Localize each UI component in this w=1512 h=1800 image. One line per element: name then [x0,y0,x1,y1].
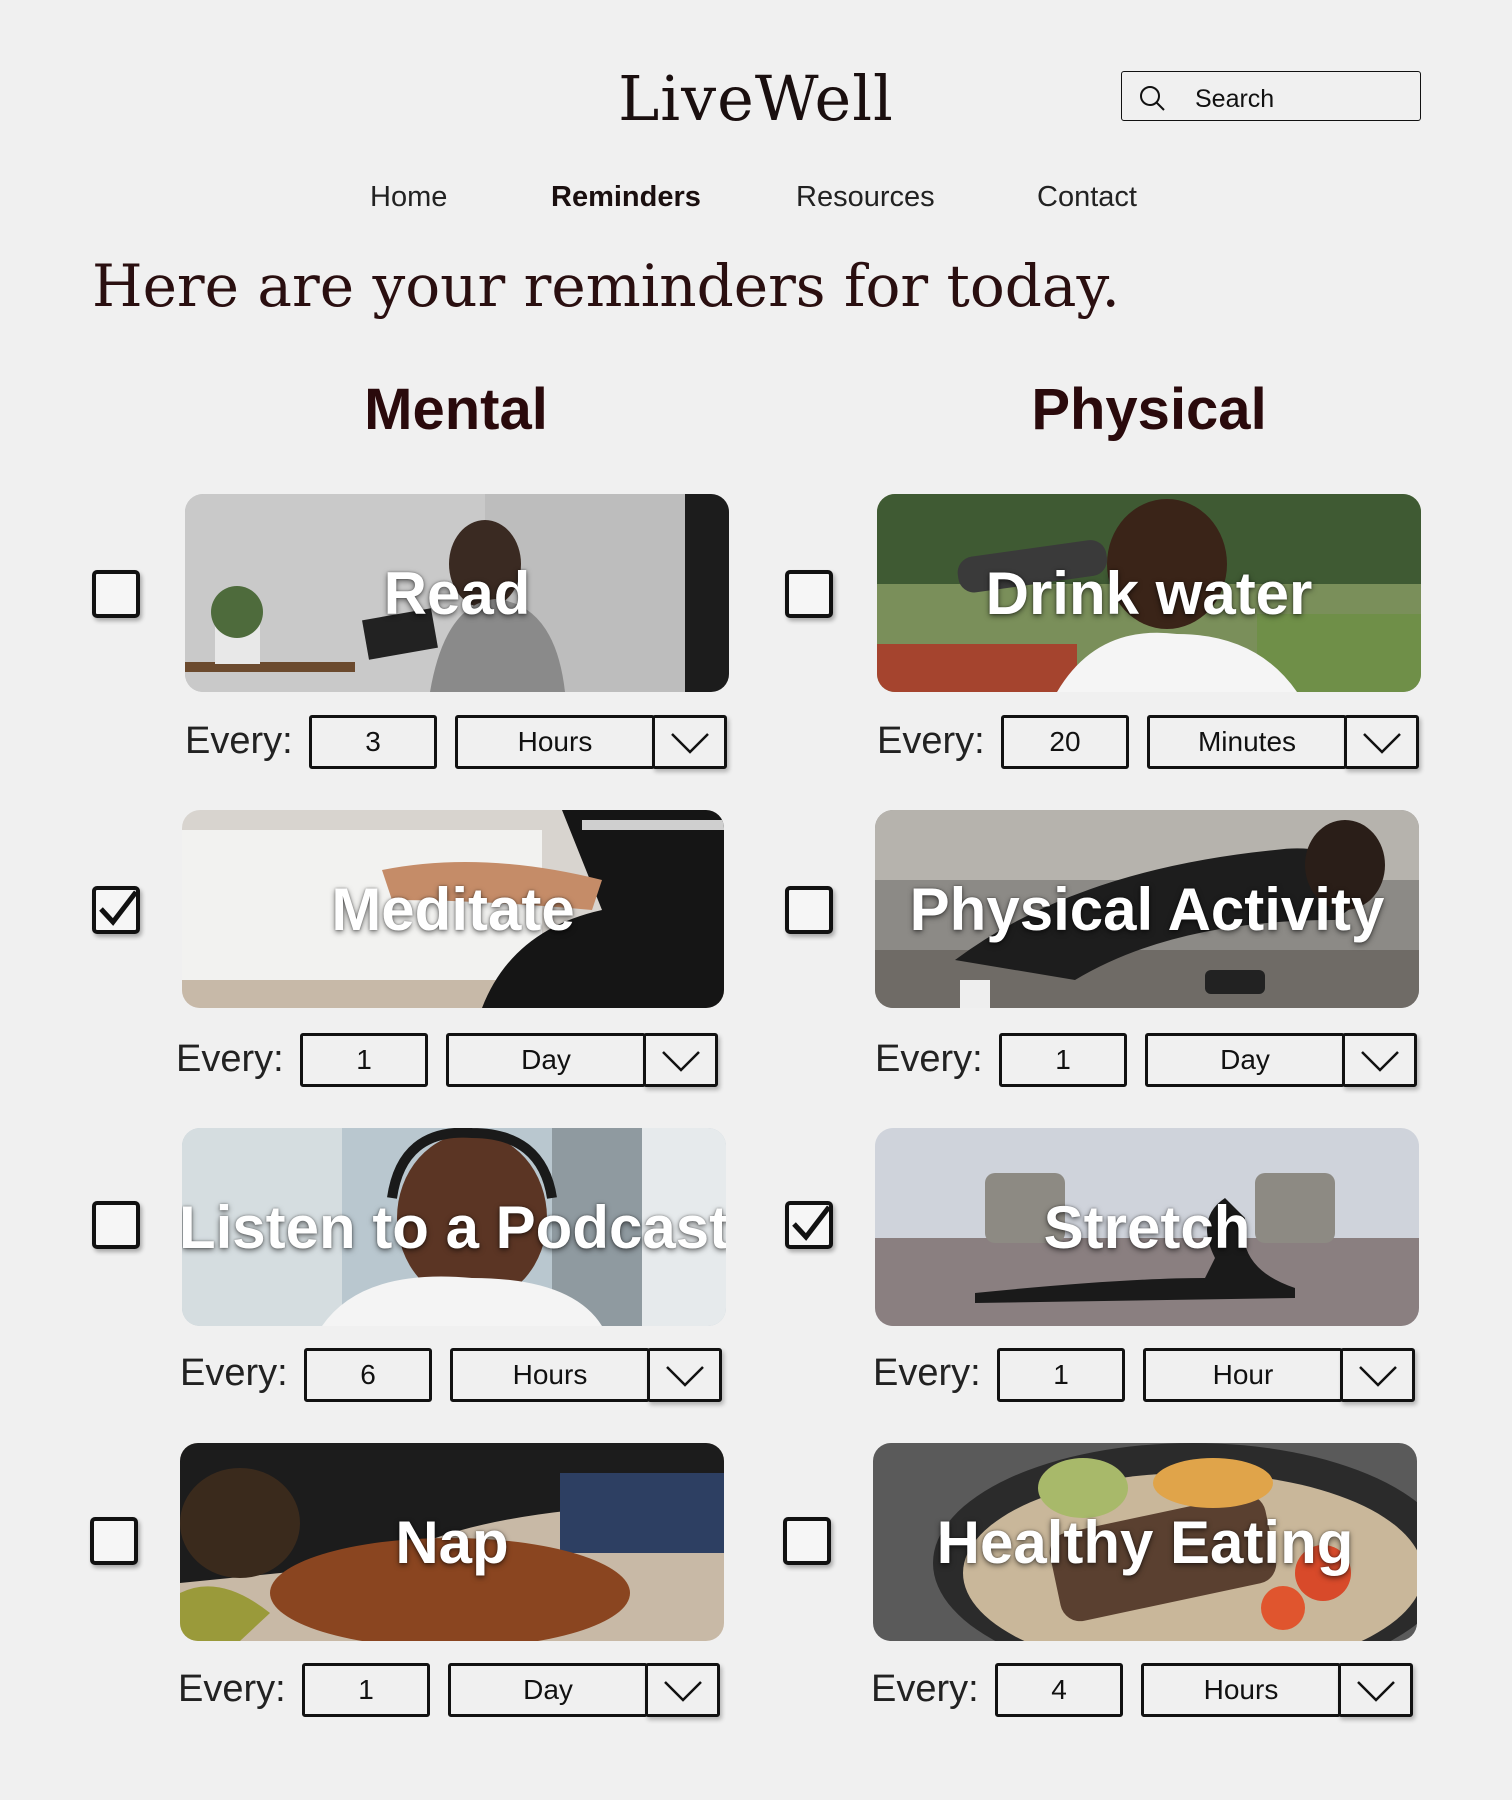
meditate-amount-input[interactable]: 1 [300,1033,428,1087]
drink-water-unit-select[interactable]: Minutes [1147,715,1347,769]
read-checkbox[interactable] [92,570,140,618]
podcast-amount-input[interactable]: 6 [304,1348,432,1402]
read-unit-select[interactable]: Hours [455,715,655,769]
physical-activity-unit-dropdown-button[interactable] [1342,1033,1417,1087]
nav-home[interactable]: Home [370,181,447,214]
read-title: Read [383,559,531,627]
physical-activity-card[interactable]: Physical Activity [875,810,1419,1008]
chevron-down-icon [666,1366,704,1387]
podcast-unit-select[interactable]: Hours [450,1348,650,1402]
drink-water-every-label: Every: [877,720,985,762]
nap-title: Nap [395,1508,509,1576]
read-unit-dropdown-button[interactable] [652,715,727,769]
stretch-every-label: Every: [873,1352,981,1394]
healthy-eating-every-label: Every: [871,1668,979,1710]
podcast-every-label: Every: [180,1352,288,1394]
nap-every-label: Every: [178,1668,286,1710]
page-headline: Here are your reminders for today. [92,252,1120,320]
stretch-unit-dropdown-button[interactable] [1340,1348,1415,1402]
meditate-unit-select[interactable]: Day [446,1033,646,1087]
drink-water-title: Drink water [985,559,1313,627]
chevron-down-icon [1359,1366,1397,1387]
nap-card[interactable]: Nap [180,1443,724,1641]
podcast-title: Listen to a Podcast [182,1193,726,1261]
nav-reminders[interactable]: Reminders [551,181,701,214]
healthy-eating-checkbox[interactable] [783,1517,831,1565]
chevron-down-icon [664,1681,702,1702]
drink-water-unit-dropdown-button[interactable] [1344,715,1419,769]
meditate-card[interactable]: Meditate [182,810,724,1008]
physical-activity-unit-select[interactable]: Day [1145,1033,1345,1087]
chevron-down-icon [1363,733,1401,754]
healthy-eating-amount-input[interactable]: 4 [995,1663,1123,1717]
checkmark-icon [99,890,138,926]
read-every-label: Every: [185,720,293,762]
nav-resources[interactable]: Resources [796,181,935,214]
drink-water-amount-input[interactable]: 20 [1001,715,1129,769]
podcast-card[interactable]: Listen to a Podcast [182,1128,726,1326]
drink-water-card[interactable]: Drink water [877,494,1421,692]
nap-checkbox[interactable] [90,1517,138,1565]
search-icon [1140,86,1165,111]
chevron-down-icon [662,1051,700,1072]
mental-column-title: Mental [364,377,548,442]
search-placeholder: Search [1195,85,1275,113]
drink-water-checkbox[interactable] [785,570,833,618]
stretch-card[interactable]: Stretch [875,1128,1419,1326]
stretch-title: Stretch [1043,1193,1251,1261]
checkmark-icon [792,1205,831,1241]
healthy-eating-unit-select[interactable]: Hours [1141,1663,1341,1717]
stretch-checkbox[interactable] [785,1201,833,1249]
nap-unit-dropdown-button[interactable] [645,1663,720,1717]
meditate-checkbox[interactable] [92,886,140,934]
read-amount-input[interactable]: 3 [309,715,437,769]
physical-column-title: Physical [1031,377,1267,442]
physical-activity-title: Physical Activity [909,875,1385,943]
physical-activity-checkbox[interactable] [785,886,833,934]
read-card[interactable]: Read [185,494,729,692]
chevron-down-icon [1361,1051,1399,1072]
healthy-eating-title: Healthy Eating [936,1508,1354,1576]
search-input[interactable]: Search [1121,71,1421,121]
meditate-title: Meditate [331,875,575,943]
physical-activity-every-label: Every: [875,1038,983,1080]
stretch-unit-select[interactable]: Hour [1143,1348,1343,1402]
chevron-down-icon [671,733,709,754]
stretch-amount-input[interactable]: 1 [997,1348,1125,1402]
physical-activity-amount-input[interactable]: 1 [999,1033,1127,1087]
nap-amount-input[interactable]: 1 [302,1663,430,1717]
healthy-eating-card[interactable]: Healthy Eating [873,1443,1417,1641]
nav-contact[interactable]: Contact [1037,181,1137,214]
podcast-checkbox[interactable] [92,1201,140,1249]
meditate-unit-dropdown-button[interactable] [643,1033,718,1087]
nap-unit-select[interactable]: Day [448,1663,648,1717]
meditate-every-label: Every: [176,1038,284,1080]
chevron-down-icon [1357,1681,1395,1702]
healthy-eating-unit-dropdown-button[interactable] [1338,1663,1413,1717]
podcast-unit-dropdown-button[interactable] [647,1348,722,1402]
